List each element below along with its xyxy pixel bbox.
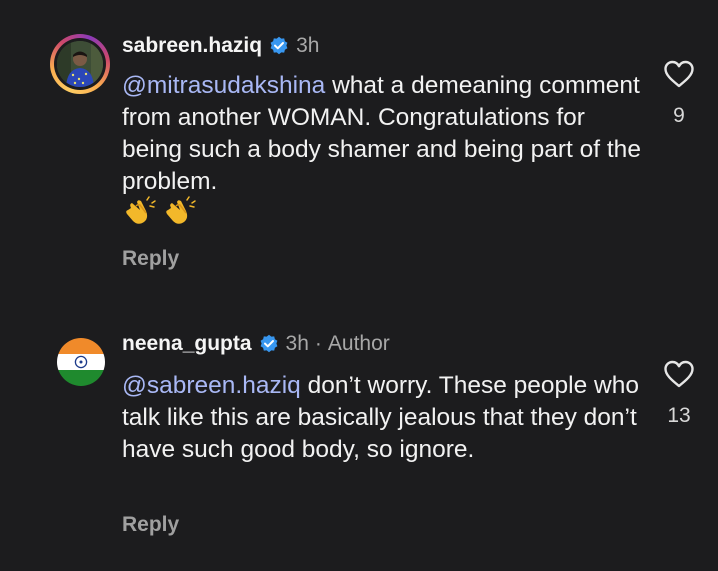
heart-outline-icon[interactable] [659, 60, 699, 88]
comment-body: @sabreen.haziq don’t worry. These people… [122, 370, 642, 466]
timestamp: 3h [285, 332, 309, 355]
ashoka-chakra-icon [74, 355, 88, 369]
timestamp: 3h [296, 34, 320, 57]
username[interactable]: sabreen.haziq [122, 34, 262, 58]
avatar-photo [57, 41, 103, 87]
clapping-hands-emoji [124, 196, 158, 231]
avatar[interactable] [50, 34, 110, 94]
comment-header: sabreen.haziq 3h [122, 34, 319, 58]
comment-body: @mitrasudakshina what a demeaning commen… [122, 70, 642, 198]
emoji-row [124, 196, 198, 231]
like-count: 9 [673, 104, 685, 127]
separator-dot: · [314, 332, 322, 355]
verified-badge-icon [269, 36, 289, 56]
verified-badge-icon [259, 334, 279, 354]
like-count: 13 [667, 404, 691, 427]
india-flag-avatar[interactable] [57, 338, 105, 386]
comment: sabreen.haziq 3h @mitrasudakshina what a… [0, 0, 718, 300]
clapping-hands-emoji [164, 196, 198, 231]
like-control: 9 [659, 60, 699, 128]
heart-outline-icon[interactable] [659, 360, 699, 388]
like-control: 13 [659, 360, 699, 428]
comment: neena_gupta 3h · Author @sabreen.haziq d… [0, 318, 718, 571]
comment-header: neena_gupta 3h · Author [122, 332, 390, 356]
reply-button[interactable]: Reply [122, 247, 179, 271]
author-label: Author [327, 332, 390, 355]
username[interactable]: neena_gupta [122, 332, 252, 356]
reply-button[interactable]: Reply [122, 513, 179, 537]
mention-link[interactable]: @sabreen.haziq [122, 372, 301, 399]
mention-link[interactable]: @mitrasudakshina [122, 72, 325, 99]
